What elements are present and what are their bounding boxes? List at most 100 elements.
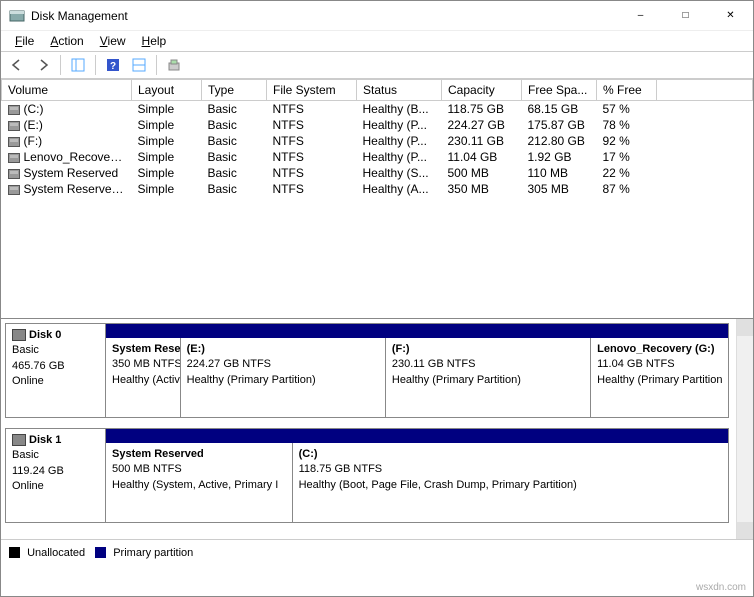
back-button[interactable]	[5, 54, 29, 76]
menu-file[interactable]: File	[9, 32, 40, 50]
volume-free: 212.80 GB	[522, 133, 597, 149]
volume-status: Healthy (P...	[357, 117, 442, 133]
volume-row[interactable]: (E:)SimpleBasicNTFSHealthy (P...224.27 G…	[2, 117, 753, 133]
volume-icon	[8, 105, 20, 115]
menu-view[interactable]: View	[94, 32, 132, 50]
col-free[interactable]: Free Spa...	[522, 80, 597, 101]
volume-layout: Simple	[132, 101, 202, 118]
partition[interactable]: (E:)224.27 GB NTFSHealthy (Primary Parti…	[181, 338, 386, 417]
disk-type: Basic	[12, 448, 99, 463]
volume-row[interactable]: (C:)SimpleBasicNTFSHealthy (B...118.75 G…	[2, 101, 753, 118]
volume-free: 305 MB	[522, 181, 597, 197]
volume-fs: NTFS	[267, 133, 357, 149]
legend: Unallocated Primary partition	[1, 539, 753, 565]
settings-button[interactable]	[127, 54, 151, 76]
unallocated-swatch	[9, 547, 20, 558]
volume-fs: NTFS	[267, 117, 357, 133]
disk-status: Online	[12, 479, 99, 494]
col-capacity[interactable]: Capacity	[442, 80, 522, 101]
maximize-button[interactable]: □	[663, 1, 708, 31]
partition-size: 350 MB NTFS	[112, 358, 181, 370]
volume-capacity: 224.27 GB	[442, 117, 522, 133]
volume-icon	[8, 185, 20, 195]
volume-type: Basic	[202, 165, 267, 181]
volume-free: 175.87 GB	[522, 117, 597, 133]
disk-icon	[12, 329, 26, 341]
volume-pct: 22 %	[597, 165, 657, 181]
partition-size: 230.11 GB NTFS	[392, 358, 476, 370]
primary-swatch	[95, 547, 106, 558]
volume-row[interactable]: Lenovo_Recovery ...SimpleBasicNTFSHealth…	[2, 149, 753, 165]
partition[interactable]: (F:)230.11 GB NTFSHealthy (Primary Parti…	[386, 338, 591, 417]
partition-title: Lenovo_Recovery (G:)	[597, 343, 714, 355]
partition[interactable]: System Reser350 MB NTFSHealthy (Activ	[106, 338, 181, 417]
volume-fs: NTFS	[267, 149, 357, 165]
partition[interactable]: Lenovo_Recovery (G:) 11.04 GB NTFS Healthy…	[591, 338, 728, 417]
legend-primary: Primary partition	[95, 547, 193, 559]
volume-type: Basic	[202, 149, 267, 165]
volume-status: Healthy (P...	[357, 133, 442, 149]
svg-text:?: ?	[110, 61, 116, 72]
disk-label[interactable]: Disk 0Basic465.76 GBOnline	[6, 324, 106, 417]
title-bar: Disk Management – □ ✕	[1, 1, 753, 31]
partition-status: Healthy (Primary Partition)	[187, 374, 316, 386]
partition[interactable]: System Reserved500 MB NTFSHealthy (Syste…	[106, 443, 293, 522]
close-button[interactable]: ✕	[708, 1, 753, 31]
watermark: wsxdn.com	[696, 582, 746, 593]
forward-button[interactable]	[31, 54, 55, 76]
volume-status: Healthy (A...	[357, 181, 442, 197]
toolbar-separator	[60, 55, 61, 75]
col-type[interactable]: Type	[202, 80, 267, 101]
col-status[interactable]: Status	[357, 80, 442, 101]
volume-icon	[8, 121, 20, 131]
column-headers[interactable]: Volume Layout Type File System Status Ca…	[2, 80, 753, 101]
partition-title: (C:)	[299, 448, 318, 460]
volume-icon	[8, 153, 20, 163]
legend-unallocated-label: Unallocated	[27, 547, 85, 559]
partition-size: 118.75 GB NTFS	[299, 463, 383, 475]
partition-status: Healthy (Primary Partition)	[392, 374, 521, 386]
volume-capacity: 11.04 GB	[442, 149, 522, 165]
volume-free: 68.15 GB	[522, 101, 597, 118]
scrollbar[interactable]	[736, 319, 753, 539]
disk-size: 119.24 GB	[12, 464, 99, 479]
volume-name: (E:)	[24, 118, 43, 132]
partition[interactable]: (C:)118.75 GB NTFSHealthy (Boot, Page Fi…	[293, 443, 728, 522]
partition-size: 11.04 GB NTFS	[597, 358, 674, 370]
volume-row[interactable]: (F:)SimpleBasicNTFSHealthy (P...230.11 G…	[2, 133, 753, 149]
volume-pct: 78 %	[597, 117, 657, 133]
minimize-button[interactable]: –	[618, 1, 663, 31]
volume-capacity: 500 MB	[442, 165, 522, 181]
col-pctfree[interactable]: % Free	[597, 80, 657, 101]
toolbar: ?	[1, 51, 753, 79]
volume-type: Basic	[202, 181, 267, 197]
menu-help[interactable]: Help	[136, 32, 173, 50]
refresh-button[interactable]	[162, 54, 186, 76]
volume-name: Lenovo_Recovery ...	[24, 150, 132, 164]
volume-fs: NTFS	[267, 181, 357, 197]
col-layout[interactable]: Layout	[132, 80, 202, 101]
volume-list[interactable]: Volume Layout Type File System Status Ca…	[1, 79, 753, 319]
volume-status: Healthy (P...	[357, 149, 442, 165]
disk-name: Disk 0	[29, 329, 61, 341]
disk-label[interactable]: Disk 1Basic119.24 GBOnline	[6, 429, 106, 522]
disk-row: Disk 1Basic119.24 GBOnlineSystem Reserve…	[5, 428, 729, 523]
show-hide-console-tree-button[interactable]	[66, 54, 90, 76]
volume-pct: 57 %	[597, 101, 657, 118]
legend-primary-label: Primary partition	[113, 547, 193, 559]
volume-row[interactable]: System Reserved (...SimpleBasicNTFSHealt…	[2, 181, 753, 197]
menu-action[interactable]: Action	[44, 32, 89, 50]
partition-title: (E:)	[187, 343, 205, 355]
help-button[interactable]: ?	[101, 54, 125, 76]
partition-status: Healthy (Primary Partition	[597, 374, 722, 386]
volume-name: (C:)	[24, 102, 44, 116]
volume-capacity: 230.11 GB	[442, 133, 522, 149]
volume-capacity: 118.75 GB	[442, 101, 522, 118]
col-fs[interactable]: File System	[267, 80, 357, 101]
volume-icon	[8, 137, 20, 147]
volume-row[interactable]: System ReservedSimpleBasicNTFSHealthy (S…	[2, 165, 753, 181]
col-volume[interactable]: Volume	[2, 80, 132, 101]
volume-layout: Simple	[132, 165, 202, 181]
volume-free: 1.92 GB	[522, 149, 597, 165]
volume-pct: 17 %	[597, 149, 657, 165]
